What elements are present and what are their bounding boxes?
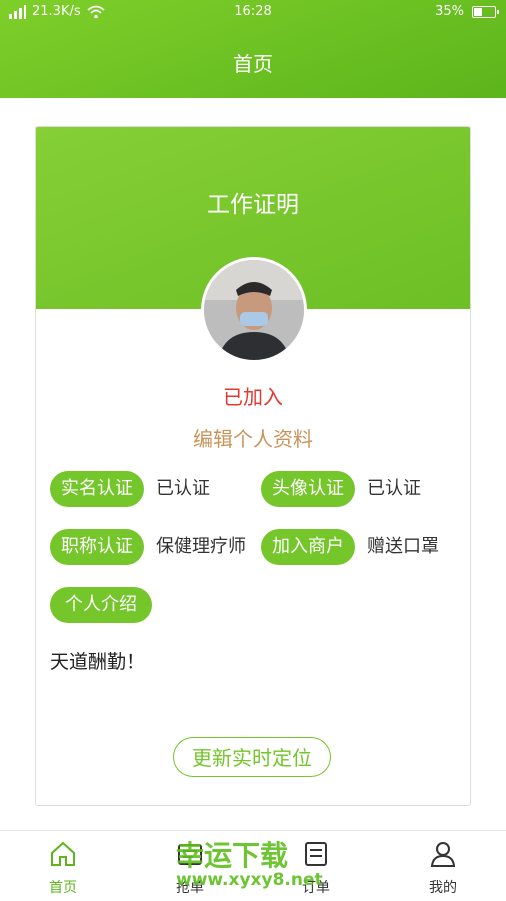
order-icon — [305, 842, 327, 866]
status-bar: 21.3K/s 16:28 35% — [0, 0, 506, 26]
edit-profile-link[interactable]: 编辑个人资料 — [36, 423, 470, 452]
battery-icon — [472, 5, 499, 18]
tab-mine-label: 我的 — [429, 880, 457, 896]
app-header: 21.3K/s 16:28 35% 首页 — [0, 0, 506, 98]
tab-mine[interactable]: 我的 — [393, 839, 493, 897]
work-proof-card: 工作证明 已加入 编辑个人资料 实名认证 已认证 头像认证 已认证 职称认证 保… — [35, 126, 471, 806]
realname-tag: 实名认证 — [50, 471, 144, 507]
battery-percent: 35% — [435, 4, 464, 19]
title-tag: 职称认证 — [50, 529, 144, 565]
home-icon — [51, 841, 75, 866]
intro-text: 天道酬勤！ — [50, 651, 146, 673]
user-icon — [430, 842, 456, 867]
watermark-text: 幸运下载 — [176, 839, 289, 872]
avatar-photo — [204, 260, 304, 360]
tab-home-label: 首页 — [49, 880, 77, 896]
card-title: 工作证明 — [207, 192, 299, 218]
page-title: 首页 — [233, 52, 273, 76]
merchant-tag: 加入商户 — [261, 529, 355, 565]
realname-value: 已认证 — [156, 478, 210, 499]
clock: 16:28 — [234, 4, 272, 19]
update-location-button[interactable]: 更新实时定位 — [173, 737, 331, 777]
tab-home[interactable]: 首页 — [13, 839, 113, 897]
avatar-tag: 头像认证 — [261, 471, 355, 507]
join-status: 已加入 — [223, 385, 283, 409]
watermark-url: www.xyxy8.net — [176, 870, 323, 890]
avatar-value: 已认证 — [367, 478, 421, 499]
merchant-value: 赠送口罩 — [367, 536, 439, 557]
avatar[interactable] — [201, 257, 307, 363]
title-value: 保健理疗师 — [156, 536, 246, 557]
intro-tag: 个人介绍 — [50, 587, 152, 623]
